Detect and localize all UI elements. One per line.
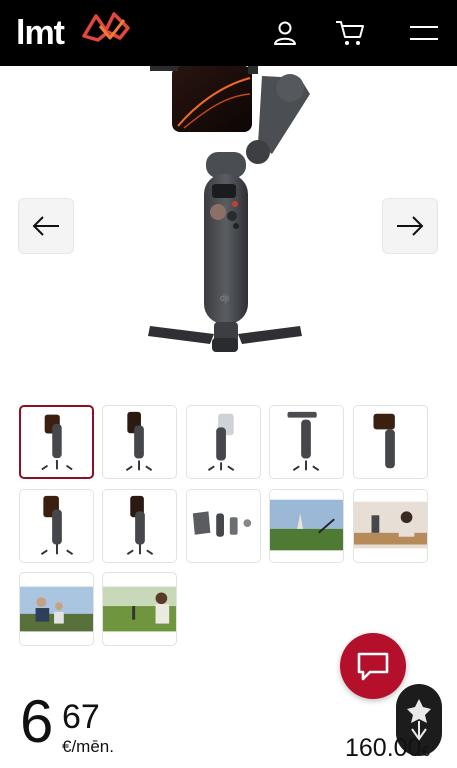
svg-text:dji: dji: [220, 293, 229, 303]
full-price-currency: €: [421, 743, 430, 760]
previous-image-button[interactable]: [18, 198, 74, 254]
thumbnail-8[interactable]: [186, 489, 261, 563]
thumbnail-2[interactable]: [102, 405, 177, 479]
menu-icon[interactable]: [406, 15, 442, 51]
top-header: lmt: [0, 0, 457, 66]
chat-button[interactable]: [340, 633, 406, 699]
arrow-left-icon: [32, 216, 59, 236]
thumbnail-11[interactable]: [19, 572, 94, 646]
logo-mark-icon: [82, 12, 130, 42]
user-icon[interactable]: [267, 15, 303, 51]
chat-bubble-icon: [357, 652, 389, 681]
thumbnail-7[interactable]: [102, 489, 177, 563]
cart-icon[interactable]: [332, 15, 368, 51]
thumbnail-4[interactable]: [269, 405, 344, 479]
monthly-price-unit: €/mēn.: [62, 737, 114, 756]
thumbnail-9[interactable]: [269, 489, 344, 563]
full-price: 160.00€: [345, 736, 430, 761]
full-price-value: 160.00: [345, 734, 422, 762]
monthly-price-decimal: 67: [62, 698, 100, 736]
thumbnail-3[interactable]: [186, 405, 261, 479]
thumbnail-1[interactable]: [19, 405, 94, 479]
arrow-right-icon: [397, 216, 424, 236]
thumbnail-5[interactable]: [353, 405, 428, 479]
next-image-button[interactable]: [382, 198, 438, 254]
monthly-price-integer: 6: [20, 688, 53, 755]
thumbnail-6[interactable]: [19, 489, 94, 563]
product-image-main[interactable]: dji: [0, 66, 457, 396]
thumbnail-12[interactable]: [102, 572, 177, 646]
thumbnail-10[interactable]: [353, 489, 428, 563]
logo-text: lmt: [16, 14, 65, 52]
page: lmt dji 6 67 €/mēn. 160.00€: [0, 0, 457, 768]
lmt-logo[interactable]: lmt: [16, 10, 130, 56]
